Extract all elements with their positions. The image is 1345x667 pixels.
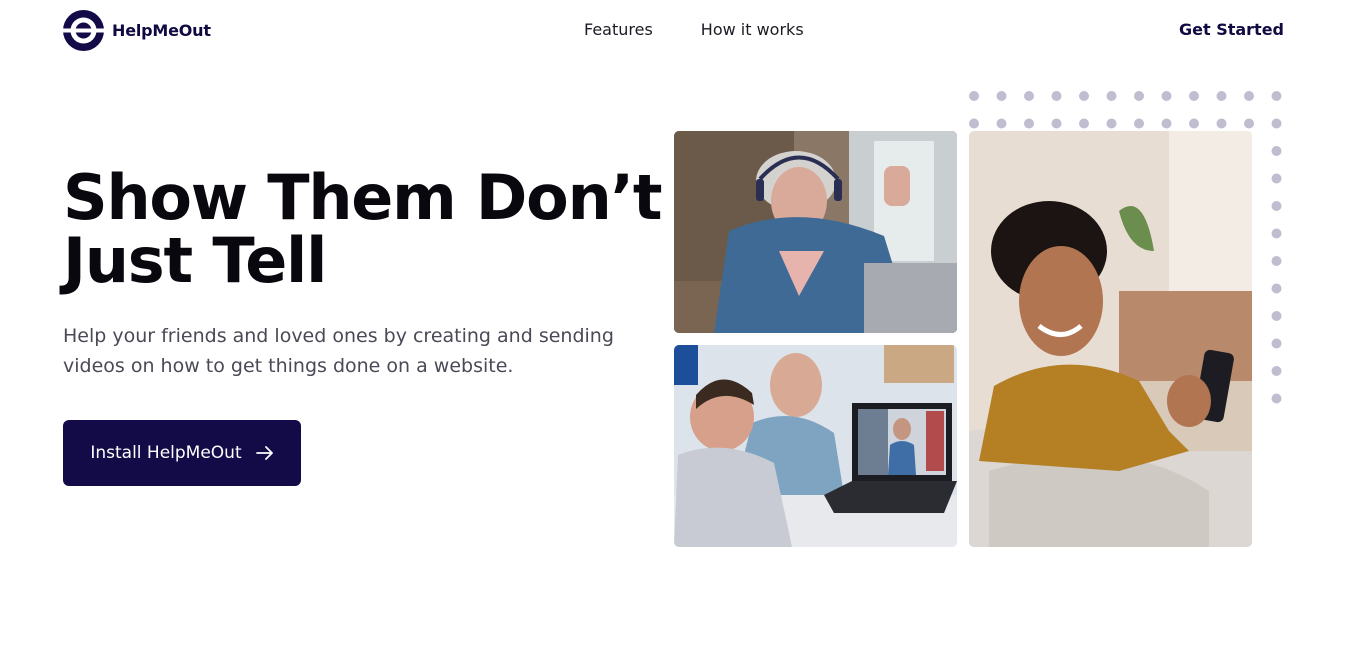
nav-link-features[interactable]: Features	[584, 20, 653, 39]
brand-name: HelpMeOut	[112, 21, 211, 40]
woman-with-headphones-laptop-photo	[674, 131, 957, 333]
install-button-label: Install HelpMeOut	[90, 443, 242, 463]
helpmeout-logo-icon	[63, 10, 104, 51]
brand-logo-link[interactable]: HelpMeOut	[63, 10, 211, 51]
hero-subtitle: Help your friends and loved ones by crea…	[63, 325, 614, 377]
get-started-link[interactable]: Get Started	[1179, 20, 1284, 39]
woman-smiling-at-phone-photo	[969, 131, 1252, 547]
main-nav: Features How it works	[584, 20, 804, 39]
hero-title-line-2: Just Tell	[63, 224, 327, 297]
install-button[interactable]: Install HelpMeOut	[63, 420, 301, 486]
site-header: HelpMeOut Features How it works Get Star…	[0, 0, 1345, 62]
nav-link-how-it-works[interactable]: How it works	[701, 20, 804, 39]
hero-title: Show Them Don’t Just Tell	[63, 166, 663, 292]
grandfather-and-boy-video-call-photo	[674, 345, 957, 547]
arrow-right-icon	[255, 446, 273, 460]
